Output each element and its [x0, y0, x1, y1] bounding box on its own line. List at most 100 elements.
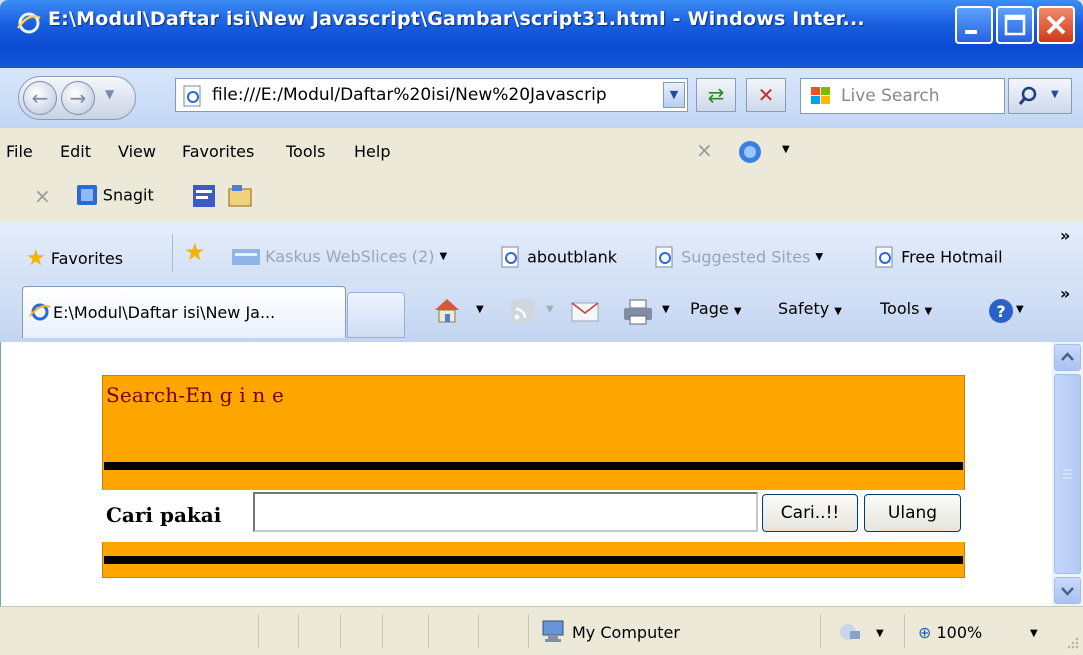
svg-text:?: ?	[996, 302, 1005, 321]
protected-mode-icon[interactable]	[834, 620, 868, 644]
favorites-button[interactable]: ★ Favorites	[26, 246, 123, 271]
resize-grip-icon[interactable]	[1066, 636, 1080, 650]
window-title: E:\Modul\Daftar isi\New Javascript\Gamba…	[48, 8, 865, 30]
scroll-up-button[interactable]	[1054, 344, 1081, 371]
tab-label: E:\Modul\Daftar isi\New Ja...	[53, 303, 276, 322]
minimize-icon	[965, 30, 977, 34]
tab-script31[interactable]: E:\Modul\Daftar isi\New Ja...	[22, 286, 346, 338]
scroll-thumb[interactable]	[1054, 374, 1081, 574]
help-icon: ?	[989, 299, 1013, 323]
search-button[interactable]: ▼	[1008, 78, 1072, 114]
back-forward-group: ← → ▼	[18, 76, 136, 120]
help-chevron-icon: ▼	[1016, 304, 1024, 315]
maximize-button[interactable]	[996, 6, 1034, 44]
menu-edit[interactable]: Edit	[60, 142, 91, 161]
zoom-button[interactable]: ⊕ 100%	[918, 623, 982, 642]
webslice-icon	[232, 248, 260, 265]
page-menu-chevron-icon: ▼	[733, 306, 742, 317]
ie-page-icon	[654, 246, 676, 268]
recent-pages-chevron-icon[interactable]: ▼	[105, 87, 114, 101]
ie-logo-icon	[16, 12, 41, 34]
minimize-button[interactable]	[955, 6, 993, 44]
snagit-button[interactable]: Snagit	[76, 184, 154, 206]
snagit-editor-icon[interactable]	[228, 184, 252, 208]
feeds-dropdown-icon: ▼	[546, 304, 554, 315]
security-zone-label: My Computer	[572, 623, 680, 642]
status-separator	[478, 614, 479, 648]
favorites-item-suggested-sites[interactable]: Suggested Sites ▼	[654, 246, 823, 268]
search-submit-button[interactable]: Cari..!!	[762, 494, 858, 532]
live-search-icon	[811, 87, 830, 104]
safety-menu-chevron-icon: ▼	[834, 306, 842, 317]
safety-menu-label: Safety	[778, 299, 830, 318]
favorites-star-icon: ★	[26, 246, 46, 271]
snagit-icon	[77, 185, 97, 205]
home-icon[interactable]	[432, 296, 462, 324]
menu-bar	[0, 128, 1083, 175]
forward-button[interactable]: →	[61, 81, 95, 115]
close-icon	[1046, 15, 1066, 35]
menu-help[interactable]: Help	[354, 142, 390, 161]
scroll-grip-icon	[1063, 469, 1072, 479]
favorites-item-kaskus[interactable]: Kaskus WebSlices (2) ▼	[232, 246, 447, 266]
magnifier-icon	[1018, 86, 1037, 105]
print-dropdown-icon[interactable]: ▼	[662, 304, 670, 315]
menu-tools[interactable]: Tools	[286, 142, 325, 161]
address-bar[interactable]: file:///E:/Modul/Daftar%20isi/New%20Java…	[175, 78, 688, 112]
snagit-capture-icon[interactable]	[192, 184, 216, 208]
feeds-icon[interactable]	[510, 298, 536, 324]
page-heading: Search-En g i n e	[106, 383, 285, 407]
zoom-chevron-icon[interactable]: ▼	[1030, 628, 1038, 639]
status-separator	[528, 614, 529, 648]
search-placeholder: Live Search	[841, 86, 940, 106]
tools-menu-chevron-icon: ▼	[924, 306, 933, 317]
favorites-item-aboutblank[interactable]: aboutblank	[500, 246, 617, 268]
search-input[interactable]: Live Search	[800, 78, 1005, 114]
suggested-sites-dropdown-icon: ▼	[815, 251, 824, 263]
favorites-overflow-icon[interactable]: »	[1060, 226, 1070, 245]
read-mail-icon[interactable]	[570, 300, 600, 324]
menu-file[interactable]: File	[6, 142, 33, 161]
address-url[interactable]: file:///E:/Modul/Daftar%20isi/New%20Java…	[212, 85, 652, 105]
status-separator	[382, 614, 383, 648]
stop-button[interactable]: ✕	[746, 78, 786, 112]
tools-menu-button[interactable]: Tools ▼	[880, 299, 932, 318]
maximize-icon	[1004, 14, 1026, 36]
close-window-button[interactable]	[1037, 6, 1075, 44]
favorites-item-hotmail[interactable]: Free Hotmail	[874, 246, 1003, 268]
safety-menu-button[interactable]: Safety ▼	[778, 299, 842, 318]
new-tab-button[interactable]	[347, 292, 405, 338]
address-dropdown-icon[interactable]: ▼	[663, 82, 685, 108]
page-icon	[183, 85, 201, 107]
search-text-field[interactable]	[253, 492, 758, 532]
forward-arrow-icon: →	[69, 86, 87, 110]
messenger-icon[interactable]	[736, 138, 766, 166]
snagit-toolbar	[0, 174, 1083, 223]
messenger-chevron-icon[interactable]: ▼	[782, 144, 790, 155]
favorites-label: Favorites	[50, 249, 124, 268]
close-toolbar-icon[interactable]: ×	[696, 138, 713, 162]
refresh-button[interactable]: ⇄	[696, 78, 736, 112]
tools-menu-label: Tools	[880, 299, 920, 318]
page-menu-button[interactable]: Page ▼	[690, 299, 742, 318]
protected-mode-chevron-icon[interactable]: ▼	[876, 628, 884, 639]
scroll-down-icon	[1061, 587, 1074, 596]
menu-favorites[interactable]: Favorites	[182, 142, 254, 161]
divider-top	[104, 462, 963, 470]
snagit-label: Snagit	[102, 185, 154, 205]
add-favorite-icon[interactable]: ★	[184, 238, 206, 266]
command-overflow-icon[interactable]: »	[1060, 284, 1070, 303]
help-button[interactable]: ? ▼	[986, 296, 1024, 330]
scroll-down-button[interactable]	[1054, 577, 1081, 604]
menu-view[interactable]: View	[118, 142, 156, 161]
stop-icon: ✕	[757, 83, 775, 107]
home-dropdown-icon[interactable]: ▼	[476, 304, 484, 315]
print-icon[interactable]	[622, 298, 654, 326]
my-computer-icon	[542, 620, 564, 642]
search-options-chevron-icon[interactable]: ▼	[1051, 89, 1059, 100]
close-snagit-toolbar-icon[interactable]: ×	[34, 184, 51, 208]
refresh-icon: ⇄	[707, 83, 725, 107]
reset-button[interactable]: Ulang	[864, 494, 961, 532]
back-button[interactable]: ←	[23, 81, 57, 115]
favorites-item-label: aboutblank	[527, 247, 618, 267]
